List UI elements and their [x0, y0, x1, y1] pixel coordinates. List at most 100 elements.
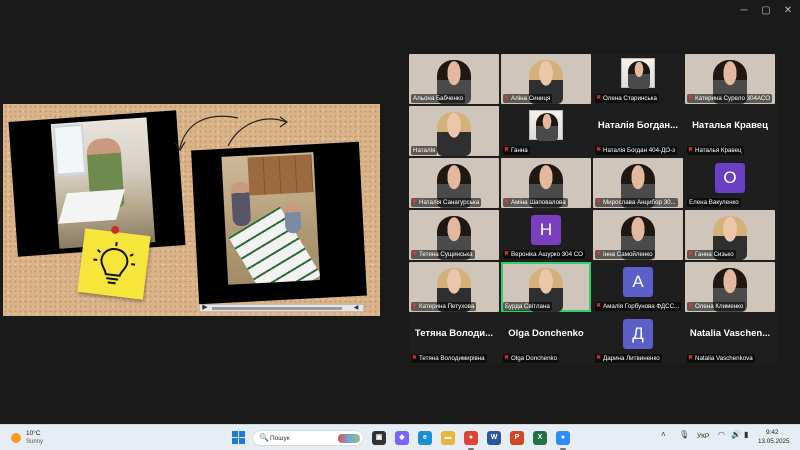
participant-name: Ганна Сизько: [695, 251, 734, 258]
participant-name: Аліна Синиця: [511, 95, 551, 102]
participant-name: Тетяна Сущинська: [419, 251, 473, 258]
weather-description[interactable]: Sunny: [26, 439, 43, 445]
show-hidden-icons-chevron-icon[interactable]: ˄: [661, 430, 666, 439]
mic-muted-icon: ✖: [596, 199, 602, 205]
participant-tile[interactable]: ✖ Мирослава Анцибор 30...: [593, 158, 683, 208]
weather-temperature[interactable]: 10°C: [26, 430, 41, 437]
participant-tile[interactable]: ✖ Наталія Санагурська: [409, 158, 499, 208]
mic-muted-icon: ✖: [596, 303, 602, 309]
participant-tile[interactable]: Тетяна Володи... ✖ Тетяна Володимирівна: [409, 314, 499, 364]
participant-tile[interactable]: Наталія Богдан... ✖ Наталія Богдан 404-ДО-…: [593, 106, 683, 156]
mic-muted-icon: ✖: [688, 303, 694, 309]
taskbar-powerpoint-icon[interactable]: P: [510, 431, 524, 445]
participants-gallery: Альона Бабченко ✖ Аліна Синиця ✖ Олена Стари…: [409, 54, 777, 364]
participant-name-label: Бурда Світлана: [503, 302, 552, 311]
participant-name-label: ✖ Інна Самойленко: [595, 250, 655, 259]
search-input[interactable]: 🔍 Пошук: [252, 430, 364, 446]
battery-icon[interactable]: ▮: [744, 430, 748, 439]
taskbar-chrome-icon[interactable]: ●: [464, 431, 478, 450]
participant-tile[interactable]: ✖ Ганна: [501, 106, 591, 156]
mic-muted-icon: ✖: [596, 147, 602, 153]
participant-tile[interactable]: ✖ Катерина Сурело 304АСО: [685, 54, 775, 104]
participant-video: [437, 112, 471, 156]
shared-screen-slide: ▶ ◀: [3, 104, 380, 316]
play-icon[interactable]: ▶: [200, 304, 210, 312]
participant-tile[interactable]: Наталія: [409, 106, 499, 156]
participant-name: Елена Вакуленко: [689, 199, 739, 206]
language-indicator[interactable]: УКР: [697, 433, 709, 440]
participant-tile[interactable]: ✖ Олена Старинська: [593, 54, 683, 104]
participant-tile[interactable]: Бурда Світлана: [501, 262, 591, 312]
close-button[interactable]: ✕: [777, 4, 799, 18]
participant-name-label: ✖ Тетяна Сущинська: [411, 250, 475, 259]
participant-name-label: ✖ Тетяна Володимирівна: [411, 354, 487, 363]
participant-name: Тетяна Володимирівна: [419, 355, 485, 362]
participant-tile[interactable]: О Елена Вакуленко: [685, 158, 775, 208]
participant-name: Наталія Санагурська: [419, 199, 480, 206]
participant-name-label: ✖ Olga Donchenko: [503, 354, 560, 363]
mic-muted-icon: ✖: [504, 199, 510, 205]
participant-tile[interactable]: ✖ Олена Клименко: [685, 262, 775, 312]
participant-tile[interactable]: А ✖ Амалія Горбунова ФДСС...: [593, 262, 683, 312]
participant-tile[interactable]: Natalia Vaschen... ✖ Natalia Vaschenkova: [685, 314, 775, 364]
taskbar-file-explorer-icon[interactable]: ▬: [441, 431, 455, 445]
participant-display-name: Тетяна Володи...: [414, 328, 494, 339]
participant-name-label: ✖ Natalia Vaschenkova: [687, 354, 755, 363]
clock-date[interactable]: 13.05.2025: [758, 438, 790, 445]
participant-tile[interactable]: ✖ Аміна Шаповалова: [501, 158, 591, 208]
participant-tile[interactable]: ✖ Аліна Синиця: [501, 54, 591, 104]
participant-name-label: Наталія: [411, 146, 438, 155]
participant-name-label: ✖ Олена Клименко: [687, 302, 746, 311]
taskbar-excel-icon[interactable]: X: [533, 431, 547, 445]
minimize-button[interactable]: ─: [733, 4, 755, 18]
participant-avatar: О: [715, 163, 745, 193]
participant-name: Olga Donchenko: [511, 355, 558, 362]
taskbar-edge-icon[interactable]: e: [418, 431, 432, 445]
participant-tile[interactable]: Olga Donchenko ✖ Olga Donchenko: [501, 314, 591, 364]
participant-name-label: ✖ Наталія Богдан 404-ДО-з: [595, 146, 677, 155]
microphone-icon[interactable]: 🎙: [679, 430, 689, 439]
wifi-icon[interactable]: ◠: [718, 430, 725, 439]
participant-avatar: Д: [623, 319, 653, 349]
search-icon: 🔍: [259, 433, 269, 442]
start-button[interactable]: [232, 431, 245, 444]
participant-name: Natalia Vaschenkova: [695, 355, 753, 362]
participant-tile[interactable]: Д ✖ Дарина Литвиненко: [593, 314, 683, 364]
mic-muted-icon: ✖: [688, 251, 694, 257]
participant-name-label: ✖ Амалія Горбунова ФДСС...: [595, 302, 682, 311]
video-seek-bar[interactable]: [212, 307, 342, 310]
taskbar-task-view-icon[interactable]: ▣: [372, 431, 386, 445]
photo-frame-right: [191, 141, 367, 305]
mic-muted-icon: ✖: [596, 355, 602, 361]
participant-tile[interactable]: Н ✖ Вероніка Ашурко 304 СО: [501, 210, 591, 260]
mic-muted-icon: ✖: [504, 95, 510, 101]
maximize-button[interactable]: ▢: [755, 4, 777, 18]
participant-tile[interactable]: Наталья Кравец ✖ Наталья Кравец: [685, 106, 775, 156]
clock-time[interactable]: 9:42: [766, 429, 779, 436]
mic-muted-icon: ✖: [412, 355, 418, 361]
taskbar-zoom-icon[interactable]: ●: [556, 431, 570, 450]
participant-tile[interactable]: ✖ Ганна Сизько: [685, 210, 775, 260]
participant-display-name: Natalia Vaschen...: [689, 328, 771, 339]
participant-display-name: Наталья Кравец: [692, 120, 768, 131]
taskbar-copilot-icon[interactable]: ◆: [395, 431, 409, 445]
taskbar-word-icon[interactable]: W: [487, 431, 501, 445]
sun-icon[interactable]: [11, 433, 21, 443]
volume-icon[interactable]: ◀: [351, 304, 361, 312]
participant-name: Ганна: [511, 147, 528, 154]
participant-name-label: ✖ Ганна Сизько: [687, 250, 736, 259]
participant-avatar: А: [623, 267, 653, 297]
participant-name: Катерина Сурело 304АСО: [695, 95, 771, 102]
participant-tile[interactable]: ✖ Інна Самойленко: [593, 210, 683, 260]
participant-tile[interactable]: ✖ Катерина Петухова: [409, 262, 499, 312]
mic-muted-icon: ✖: [412, 199, 418, 205]
participant-name: Олена Старинська: [603, 95, 657, 102]
participant-name: Аміна Шаповалова: [511, 199, 566, 206]
volume-icon[interactable]: 🔊: [731, 430, 741, 439]
participant-name-label: ✖ Аліна Синиця: [503, 94, 553, 103]
participant-display-name: Наталія Богдан...: [597, 120, 679, 131]
participant-name-label: Альона Бабченко: [411, 94, 466, 103]
participant-tile[interactable]: Альона Бабченко: [409, 54, 499, 104]
taskbar: 10°C Sunny 🔍 Пошук ▣ ◆ e ▬ ● W P X ● ˄ 🎙 УКР ◠ 🔊…: [0, 424, 800, 450]
participant-tile[interactable]: ✖ Тетяна Сущинська: [409, 210, 499, 260]
